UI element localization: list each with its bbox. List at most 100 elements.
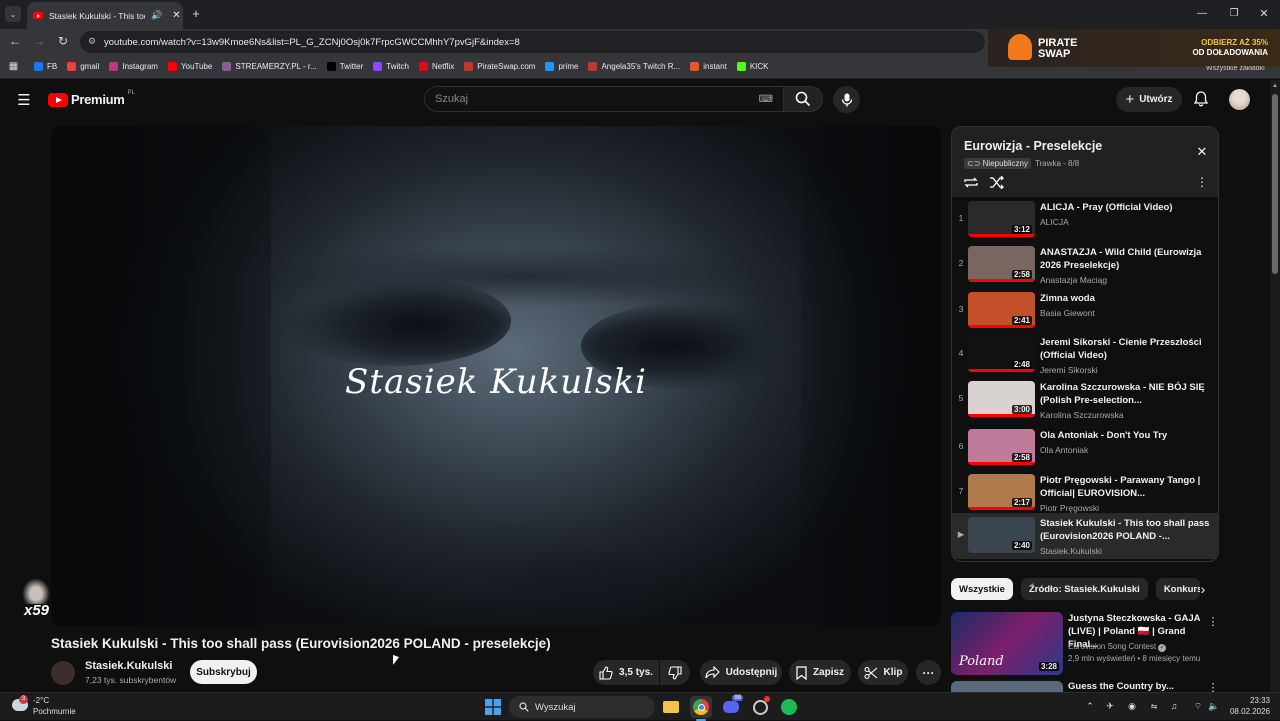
weather-widget[interactable]: -2°C Pochmurnie — [33, 695, 76, 717]
youtube-logo[interactable]: Premium PL — [48, 90, 135, 107]
playlist-item-thumbnail[interactable]: 2:58 — [968, 246, 1035, 282]
channel-name[interactable]: Stasiek.Kukulski — [85, 660, 172, 672]
playlist-item[interactable]: 2 2:58 ANASTAZJA - Wild Child (Eurowizja 2… — [952, 242, 1218, 288]
steam-like-icon[interactable] — [749, 696, 771, 718]
more-actions-button[interactable]: ··· — [916, 660, 941, 685]
playlist-item-thumbnail[interactable]: 2:40 — [968, 517, 1035, 553]
tab-close-icon[interactable]: ✕ — [172, 10, 180, 21]
bookmark-item[interactable]: FB — [34, 62, 57, 71]
start-windows-icon[interactable] — [482, 696, 504, 718]
playlist-item-thumbnail[interactable]: 2:48 — [968, 336, 1035, 372]
playlist-item-thumbnail[interactable]: 2:58 — [968, 429, 1035, 465]
playlist-item-thumbnail[interactable]: 2:41 — [968, 292, 1035, 328]
bookmark-item[interactable]: PirateSwap.com — [464, 62, 535, 71]
like-button[interactable]: 3,5 tys. — [593, 660, 659, 685]
keyboard-icon[interactable]: ⌨ — [759, 88, 773, 112]
page-scrollbar[interactable]: ▲ — [1270, 80, 1280, 692]
url-omnibox[interactable]: ⚙ youtube.com/watch?v=13w9Kmoe6Ns&list=P… — [80, 31, 985, 53]
volume-icon[interactable]: 🔈 — [1208, 700, 1220, 712]
save-button[interactable]: Zapisz — [789, 660, 851, 685]
back-icon[interactable]: ← — [8, 34, 22, 48]
playlist-item[interactable]: 1 3:12 ALICJA - Pray (Official Video) ALICJ… — [952, 197, 1218, 243]
filter-chip[interactable]: Konkurs — [1155, 578, 1200, 600]
wifi-icon[interactable]: ⌔ — [1192, 700, 1204, 712]
bookmark-item[interactable]: Twitch — [373, 62, 409, 71]
bookmark-item[interactable]: YouTube — [167, 62, 212, 71]
recommendation-2-thumbnail[interactable] — [951, 681, 1063, 692]
reload-icon[interactable]: ↻ — [56, 34, 70, 48]
restore-icon[interactable]: ❐ — [1227, 6, 1241, 20]
recommendation-2-title[interactable]: Guess the Country by... — [1068, 681, 1174, 692]
recommendation-more-icon[interactable]: ⋮ — [1208, 614, 1219, 628]
playlist-item[interactable]: 5 3:00 Karolina Szczurowska - NIE BÓJ SIĘ … — [952, 377, 1218, 423]
apps-grid-icon[interactable]: ▦ — [8, 61, 19, 72]
search-input[interactable]: Szukaj ⌨ — [424, 86, 784, 112]
playlist-item[interactable]: ▶ 2:40 Stasiek Kukulski - This too shall p… — [952, 513, 1218, 559]
thumbs-down-icon — [668, 665, 682, 680]
bookmark-item[interactable]: STREAMERZY.PL - r... — [222, 62, 317, 71]
new-tab-icon[interactable]: + — [189, 6, 203, 21]
bookmark-item[interactable]: gmail — [67, 62, 99, 71]
playlist-item[interactable]: 7 2:17 Piotr Pręgowski - Parawany Tango | … — [952, 470, 1218, 516]
clip-button[interactable]: Klip — [858, 660, 908, 685]
playlist-more-icon[interactable]: ⋮ — [1196, 175, 1208, 189]
discord-badge: 99 — [732, 695, 743, 701]
tab-audio-icon[interactable]: 🔊 — [151, 10, 162, 21]
bookmark-item[interactable]: instant — [690, 62, 727, 71]
video-player[interactable]: Stasiek Kukulski — [51, 126, 941, 626]
recommendation-2-more-icon[interactable]: ⋮ — [1208, 683, 1218, 692]
spotify-icon[interactable] — [778, 696, 800, 718]
search-button[interactable] — [783, 86, 823, 112]
rec-channel[interactable]: Eurovision Song Contest — [1068, 642, 1156, 651]
notifications-bell-icon[interactable] — [1192, 90, 1210, 108]
all-bookmarks-link[interactable]: Wszystkie zakładki — [1206, 66, 1265, 74]
voice-search-button[interactable] — [833, 86, 860, 113]
playlist-item[interactable]: 3 2:41 Zimna woda Basia Giewont — [952, 288, 1218, 334]
scroll-up-icon[interactable]: ▲ — [1272, 83, 1278, 89]
bookmark-item[interactable]: KICK — [736, 62, 768, 71]
taskbar-search[interactable]: Wyszukaj — [509, 696, 655, 718]
tab-active[interactable]: Stasiek Kukulski - This too sh 🔊 ✕ — [27, 2, 183, 29]
tab-search-icon[interactable]: ⌄ — [5, 6, 21, 22]
close-window-icon[interactable]: ✕ — [1257, 6, 1271, 20]
shuffle-icon[interactable] — [988, 174, 1006, 190]
tray-discord-icon[interactable]: ◉ — [1126, 700, 1138, 712]
bookmark-item[interactable]: Angela35's Twitch R... — [588, 62, 680, 71]
chips-next-icon[interactable]: › — [1196, 581, 1210, 597]
share-button[interactable]: Udostępnij — [700, 660, 782, 685]
create-button[interactable]: + Utwórz — [1116, 87, 1182, 112]
forward-icon[interactable]: → — [32, 34, 46, 48]
playlist-title[interactable]: Eurowizja - Preselekcje — [964, 139, 1102, 153]
playlist-item-thumbnail[interactable]: 3:12 — [968, 201, 1035, 237]
loop-icon[interactable] — [962, 174, 980, 190]
taskbar-clock[interactable]: 23:33 08.02.2026 — [1228, 695, 1270, 717]
tray-app-icon-1[interactable]: ✈ — [1104, 700, 1116, 712]
playlist-item[interactable]: 4 2:48 Jeremi Sikorski - Cienie Przeszłośc… — [952, 332, 1218, 378]
playlist-item[interactable]: 6 2:58 Ola Antoniak - Don't You Try Ola Ant… — [952, 425, 1218, 471]
discord-icon[interactable]: 99 — [720, 695, 743, 718]
channel-avatar[interactable] — [51, 661, 75, 685]
filter-chip[interactable]: Źródło: Stasiek.Kukulski — [1020, 578, 1148, 600]
minimize-icon[interactable]: — — [1195, 6, 1209, 20]
tray-chevron-icon[interactable]: ⌃ — [1084, 700, 1096, 712]
playlist-item-thumbnail[interactable]: 3:00 — [968, 381, 1035, 417]
dislike-button[interactable] — [660, 660, 690, 685]
bookmark-item[interactable]: Netflix — [418, 62, 454, 71]
ad-banner[interactable]: PIRATE SWAP ODBIERZ AŻ 35% OD DOŁADOWANI… — [988, 29, 1280, 67]
playlist-close-icon[interactable]: ✕ — [1195, 144, 1209, 159]
playlist-item-thumbnail[interactable]: 2:17 — [968, 474, 1035, 510]
chrome-icon[interactable] — [690, 696, 712, 718]
account-avatar[interactable] — [1229, 89, 1250, 110]
file-explorer-icon[interactable] — [660, 696, 682, 718]
bookmark-item[interactable]: Twitter — [326, 62, 363, 71]
filter-chip[interactable]: Wszystkie — [951, 578, 1013, 600]
tray-app-icon-2[interactable]: ⇋ — [1148, 700, 1160, 712]
subscribe-button[interactable]: Subskrybuj — [190, 660, 257, 684]
bookmark-item[interactable]: prime — [545, 62, 578, 71]
recommendation-thumbnail[interactable]: Poland 3:28 — [951, 612, 1063, 675]
bookmark-item[interactable]: Instagram — [109, 62, 158, 71]
scroll-thumb[interactable] — [1272, 94, 1278, 274]
site-info-icon[interactable]: ⚙ — [88, 36, 96, 47]
microphone-tray-icon[interactable] — [1174, 700, 1186, 712]
menu-icon[interactable]: ☰ — [16, 92, 32, 109]
